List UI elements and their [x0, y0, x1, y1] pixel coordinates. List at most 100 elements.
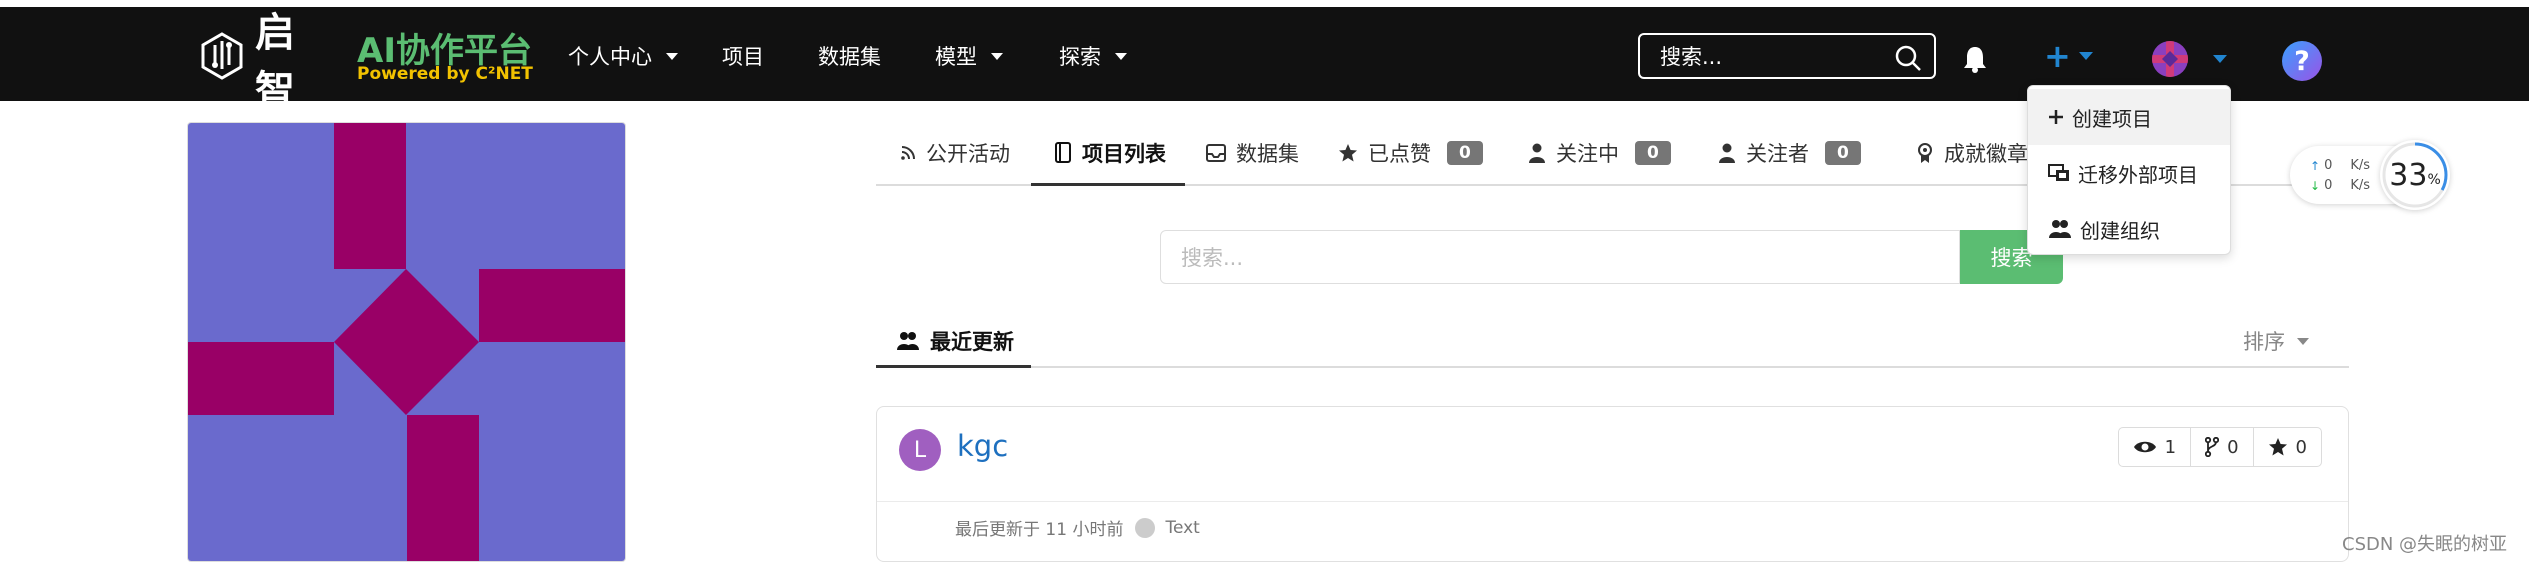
users-icon [896, 331, 920, 351]
tab-badges[interactable]: 成就徽章 [1916, 138, 2028, 168]
inbox-icon [1206, 144, 1226, 162]
repo-avatar[interactable]: L [899, 429, 941, 471]
menu-item-migrate-project[interactable]: 迁移外部项目 [2028, 145, 2230, 201]
profile-avatar [187, 122, 626, 562]
updated-time: 最后更新于 11 小时前 [955, 520, 1124, 540]
watch-count: 1 [2164, 436, 2177, 458]
upload-unit: K/s [2350, 158, 2371, 173]
star-icon [1338, 143, 1358, 163]
badge-icon [1916, 142, 1934, 164]
search-placeholder: 搜索... [1660, 45, 1723, 69]
repo-meta: 最后更新于 11 小时前 Text [955, 515, 1200, 540]
star-icon [2268, 438, 2287, 456]
repo-name-link[interactable]: kgc [957, 429, 1008, 463]
menu-item-create-org[interactable]: 创建组织 [2028, 201, 2230, 257]
tab-followers[interactable]: 关注者 0 [1718, 138, 1861, 168]
active-tab-underline [1031, 183, 1185, 186]
tab-recent-updates[interactable]: 最近更新 [896, 326, 1014, 356]
chevron-down-icon [991, 52, 1003, 60]
arrow-down-icon: ↓ [2310, 178, 2321, 193]
user-avatar[interactable] [2152, 41, 2188, 77]
menu-item-create-project[interactable]: 创建项目 [2028, 89, 2230, 145]
upload-value: 0 [2324, 158, 2333, 173]
chevron-down-icon [1115, 52, 1127, 60]
eye-icon [2133, 441, 2156, 453]
tab-label: 关注者 [1746, 142, 1809, 166]
tab-label: 已点赞 [1368, 142, 1431, 166]
menu-item-label: 迁移外部项目 [2078, 162, 2198, 187]
tab-public-activity[interactable]: 公开活动 [900, 138, 1010, 168]
following-count-badge: 0 [1635, 141, 1671, 165]
nav-personal-center[interactable]: 个人中心 [568, 41, 678, 71]
nav-models[interactable]: 模型 [935, 41, 1003, 71]
menu-item-label: 创建组织 [2080, 218, 2160, 243]
cpu-percent-gauge: 33% [2380, 140, 2450, 210]
star-count: 0 [2295, 436, 2307, 458]
tab-datasets[interactable]: 数据集 [1206, 138, 1299, 168]
repo-card: L kgc 1 0 0 最后更新于 11 小时前 Text [876, 406, 2349, 562]
nav-label: 数据集 [818, 45, 881, 69]
help-button[interactable]: ? [2282, 41, 2322, 81]
chevron-down-icon [2297, 337, 2309, 345]
network-monitor-widget[interactable]: ↑ 0 K/s ↓ 0 K/s 33% [2290, 140, 2456, 210]
chevron-down-icon[interactable] [2213, 55, 2227, 63]
star-stat[interactable]: 0 [2254, 428, 2321, 466]
tab-project-list[interactable]: 项目列表 [1054, 138, 1166, 168]
search-icon[interactable] [1894, 44, 1922, 77]
download-unit: K/s [2350, 178, 2371, 193]
create-menu-button[interactable]: + [2044, 37, 2093, 75]
download-value: 0 [2324, 178, 2333, 193]
tab-label: 成就徽章 [1944, 142, 2028, 166]
recent-bar: 最近更新 排序 [876, 320, 2349, 368]
nav-projects[interactable]: 项目 [722, 41, 764, 71]
repo-search-placeholder: 搜索... [1181, 246, 1244, 270]
repo-language: Text [1165, 517, 1200, 538]
recent-label: 最近更新 [930, 330, 1014, 354]
followers-count-badge: 0 [1825, 141, 1861, 165]
nav-explore[interactable]: 探索 [1059, 41, 1127, 71]
nav-label: 个人中心 [568, 45, 652, 69]
rss-icon [900, 145, 916, 161]
plus-icon: + [2044, 37, 2071, 75]
fork-count: 0 [2227, 436, 2239, 458]
user-icon [1718, 143, 1736, 163]
create-dropdown-menu: 创建项目 迁移外部项目 创建组织 [2027, 85, 2231, 255]
cpu-percent: 33% [2380, 140, 2450, 210]
tab-label: 关注中 [1556, 142, 1619, 166]
repo-stats: 1 0 0 [2117, 427, 2322, 467]
card-divider [877, 501, 2348, 502]
users-icon [2048, 219, 2072, 239]
percent-value: 33 [2389, 157, 2428, 193]
repo-search-input[interactable]: 搜索... [1160, 230, 1960, 284]
menu-item-label: 创建项目 [2072, 106, 2152, 131]
tab-label: 公开活动 [926, 142, 1010, 166]
nav-datasets[interactable]: 数据集 [818, 41, 881, 71]
download-speed: ↓ 0 K/s [2310, 178, 2370, 193]
watermark-text: CSDN @失眠的树亚 [2342, 534, 2508, 555]
tab-following[interactable]: 关注中 0 [1528, 138, 1671, 168]
arrow-up-icon: ↑ [2310, 158, 2321, 173]
home-logo[interactable]: 启智 [197, 10, 305, 114]
percent-sign: % [2427, 172, 2441, 188]
plus-icon [2048, 109, 2064, 125]
chevron-down-icon [666, 52, 678, 60]
sort-dropdown[interactable]: 排序 [2243, 326, 2309, 356]
top-strip [0, 0, 2529, 7]
fork-stat[interactable]: 0 [2191, 428, 2254, 466]
upload-speed: ↑ 0 K/s [2310, 158, 2370, 173]
fork-icon [2205, 437, 2220, 457]
global-search-input[interactable]: 搜索... [1638, 33, 1936, 79]
tab-label: 数据集 [1236, 142, 1299, 166]
nav-label: 探索 [1059, 45, 1101, 69]
sort-label: 排序 [2243, 330, 2285, 354]
active-tab-underline [876, 365, 1031, 368]
chevron-down-icon [2078, 52, 2093, 60]
watch-stat[interactable]: 1 [2119, 428, 2192, 466]
user-icon [1528, 143, 1546, 163]
bell-icon[interactable] [1962, 45, 1988, 77]
book-icon [1054, 142, 1072, 164]
nav-label: 项目 [722, 45, 764, 69]
tab-starred[interactable]: 已点赞 0 [1338, 138, 1483, 168]
brand-subtitle: Powered by C²NET [357, 64, 533, 84]
nav-label: 模型 [935, 45, 977, 69]
